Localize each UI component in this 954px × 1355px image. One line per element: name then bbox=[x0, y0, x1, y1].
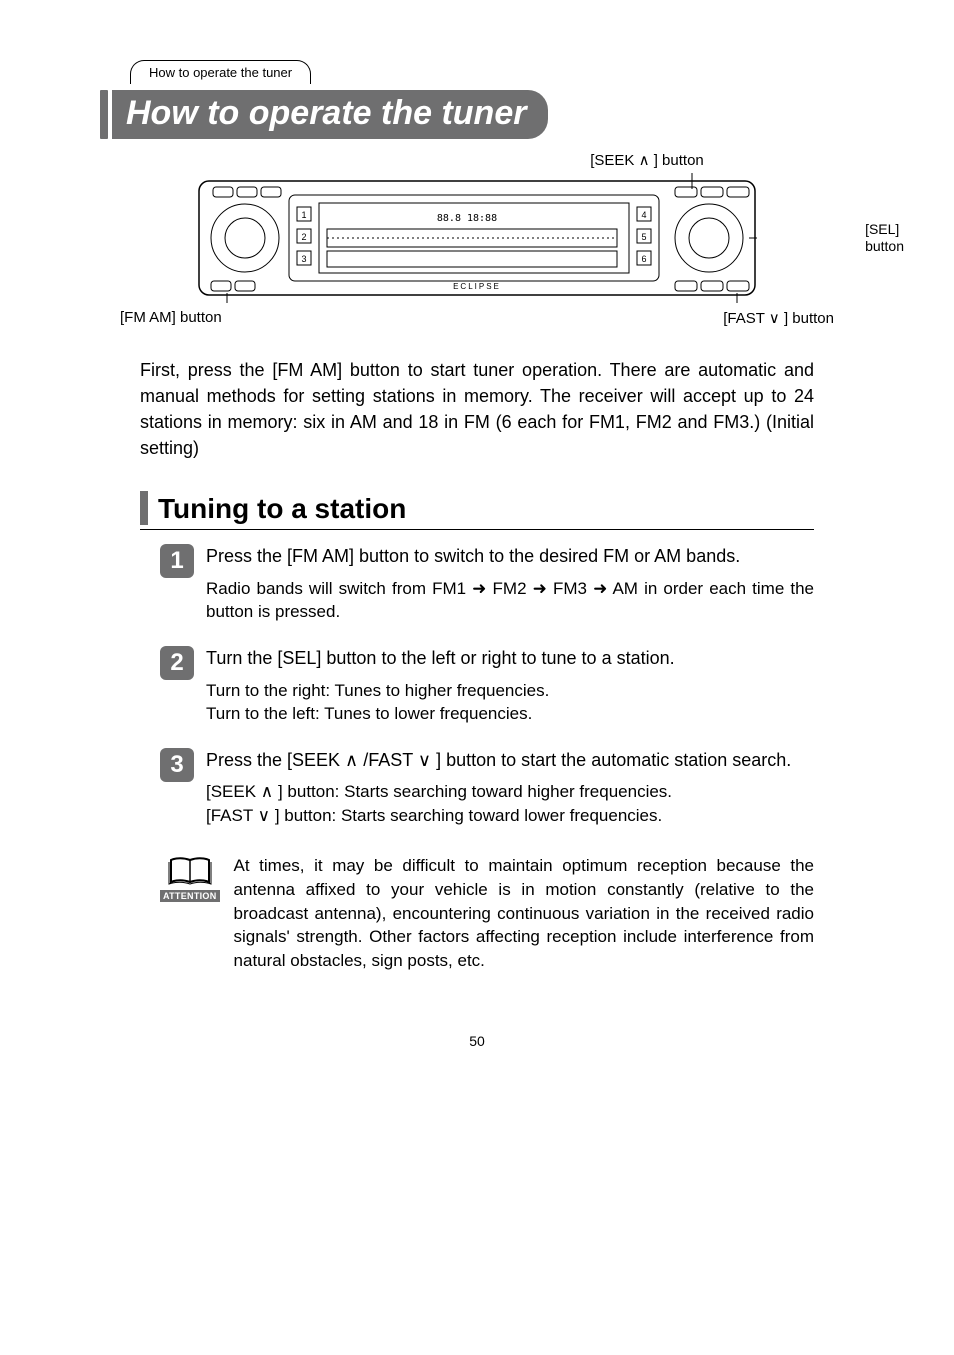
svg-text:4: 4 bbox=[641, 210, 646, 220]
step-2-title: Turn the [SEL] button to the left or rig… bbox=[206, 646, 814, 670]
seek-button-label: [SEEK ∧ ] button bbox=[440, 151, 854, 169]
section-heading: Tuning to a station bbox=[158, 491, 406, 525]
step-1-title: Press the [FM AM] button to switch to th… bbox=[206, 544, 814, 568]
stereo-diagram: [SEEK ∧ ] button 1 2 3 4 5 6 88.8 18:88 bbox=[100, 151, 854, 327]
sel-button-label: [SEL] button bbox=[865, 221, 904, 255]
attention-text: At times, it may be difficult to maintai… bbox=[234, 854, 814, 973]
page-number: 50 bbox=[100, 1033, 854, 1049]
attention-icon: ATTENTION bbox=[160, 854, 220, 902]
section-underline bbox=[140, 529, 814, 530]
svg-text:3: 3 bbox=[301, 254, 306, 264]
step-3-title: Press the [SEEK ∧ /FAST ∨ ] button to st… bbox=[206, 748, 814, 772]
svg-text:5: 5 bbox=[641, 232, 646, 242]
svg-text:1: 1 bbox=[301, 210, 306, 220]
step-3: 3 Press the [SEEK ∧ /FAST ∨ ] button to … bbox=[160, 748, 814, 844]
title-accent bbox=[100, 90, 108, 139]
book-icon bbox=[167, 854, 213, 888]
svg-text:88.8 18:88: 88.8 18:88 bbox=[437, 213, 497, 224]
step-2-desc: Turn to the right: Tunes to higher frequ… bbox=[206, 679, 814, 727]
page-title-bar: How to operate the tuner bbox=[100, 90, 854, 139]
svg-text:6: 6 bbox=[641, 254, 646, 264]
svg-text:ECLIPSE: ECLIPSE bbox=[453, 282, 501, 291]
step-number-badge: 3 bbox=[160, 748, 194, 782]
intro-paragraph: First, press the [FM AM] button to start… bbox=[140, 357, 814, 461]
page-title: How to operate the tuner bbox=[112, 90, 548, 139]
fm-am-button-label: [FM AM] button bbox=[120, 309, 222, 327]
section-heading-accent bbox=[140, 491, 148, 525]
section-heading-row: Tuning to a station bbox=[140, 491, 854, 525]
step-number-badge: 1 bbox=[160, 544, 194, 578]
breadcrumb-tab-row: How to operate the tuner bbox=[130, 60, 854, 84]
attention-block: ATTENTION At times, it may be difficult … bbox=[160, 854, 814, 973]
car-stereo-illustration: 1 2 3 4 5 6 88.8 18:88 ECLIPSE bbox=[197, 173, 757, 303]
fast-button-label: [FAST ∨ ] button bbox=[723, 309, 834, 327]
step-3-desc: [SEEK ∧ ] button: Starts searching towar… bbox=[206, 780, 814, 828]
attention-label: ATTENTION bbox=[160, 890, 220, 902]
step-number-badge: 2 bbox=[160, 646, 194, 680]
step-2: 2 Turn the [SEL] button to the left or r… bbox=[160, 646, 814, 742]
svg-text:2: 2 bbox=[301, 232, 306, 242]
breadcrumb-tab: How to operate the tuner bbox=[130, 60, 311, 84]
step-1: 1 Press the [FM AM] button to switch to … bbox=[160, 544, 814, 640]
step-1-desc: Radio bands will switch from FM1 ➜ FM2 ➜… bbox=[206, 577, 814, 625]
